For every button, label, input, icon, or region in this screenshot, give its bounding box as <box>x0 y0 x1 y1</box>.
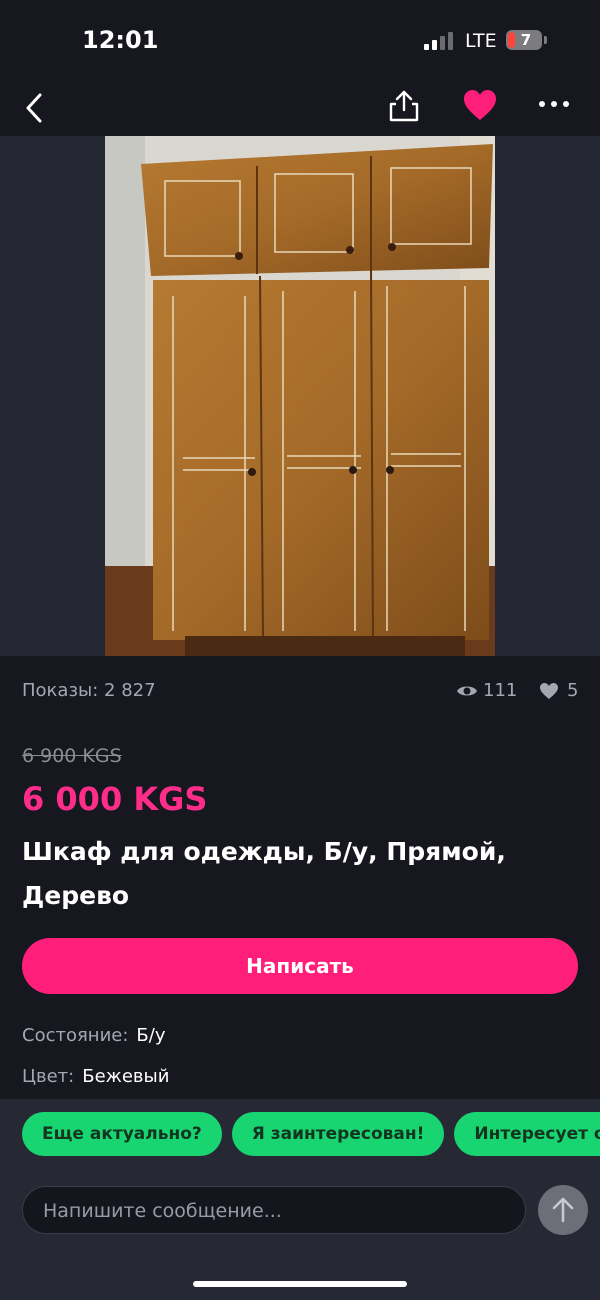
share-icon <box>389 90 419 122</box>
chat-panel: Еще актуально? Я заинтересован! Интересует… <box>0 1099 600 1300</box>
quick-reply-chip[interactable]: Я заинтересован! <box>231 1112 445 1156</box>
likes-count: 5 <box>567 680 579 701</box>
views-count: 111 <box>483 680 518 701</box>
send-button[interactable] <box>538 1185 588 1235</box>
battery-tip <box>544 36 547 44</box>
quick-reply-chip[interactable]: Еще актуально? <box>22 1112 222 1156</box>
home-indicator[interactable] <box>193 1281 407 1287</box>
eye-icon <box>457 686 477 696</box>
quick-replies: Еще актуально? Я заинтересован! Интересует… <box>22 1112 600 1156</box>
wardrobe-photo-image <box>105 136 495 656</box>
attribute-value: Б/у <box>136 1025 166 1046</box>
price: 6 000 KGS <box>22 780 208 818</box>
old-price: 6 900 KGS <box>22 745 122 767</box>
stats-row: Показы: 2 827 111 5 <box>22 680 578 706</box>
message-field[interactable] <box>22 1186 526 1235</box>
arrow-up-icon <box>552 1197 574 1223</box>
attribute-condition: Состояние: Б/у <box>22 1025 166 1046</box>
chevron-left-icon <box>26 93 42 123</box>
listing-title: Шкаф для одежды, Б/у, Прямой, Дерево <box>22 837 506 910</box>
heart-filled-icon <box>464 90 496 120</box>
quick-reply-chip[interactable]: Интересует об <box>454 1112 600 1156</box>
attribute-color: Цвет: Бежевый <box>22 1066 169 1087</box>
attribute-key: Цвет: <box>22 1066 75 1087</box>
heart-icon <box>540 683 558 699</box>
photo-gallery[interactable] <box>0 136 600 656</box>
network-type: LTE <box>465 30 497 52</box>
message-input[interactable] <box>41 1187 515 1235</box>
top-nav <box>0 80 600 136</box>
status-bar: 12:01 LTE 7 <box>0 0 600 80</box>
signal-icon <box>424 32 454 50</box>
share-button[interactable] <box>386 88 422 124</box>
battery-icon: 7 <box>506 30 542 50</box>
impressions-count: Показы: 2 827 <box>22 680 156 701</box>
status-time: 12:01 <box>82 26 159 54</box>
attribute-value: Бежевый <box>82 1066 170 1087</box>
write-message-button[interactable]: Написать <box>22 938 578 994</box>
back-button[interactable] <box>22 90 50 126</box>
listing-photo[interactable] <box>105 136 495 656</box>
more-dots-icon <box>539 101 569 107</box>
battery-level: 7 <box>520 31 532 49</box>
favorite-button[interactable] <box>462 88 498 122</box>
more-button[interactable] <box>536 94 572 114</box>
attribute-key: Состояние: <box>22 1025 129 1046</box>
